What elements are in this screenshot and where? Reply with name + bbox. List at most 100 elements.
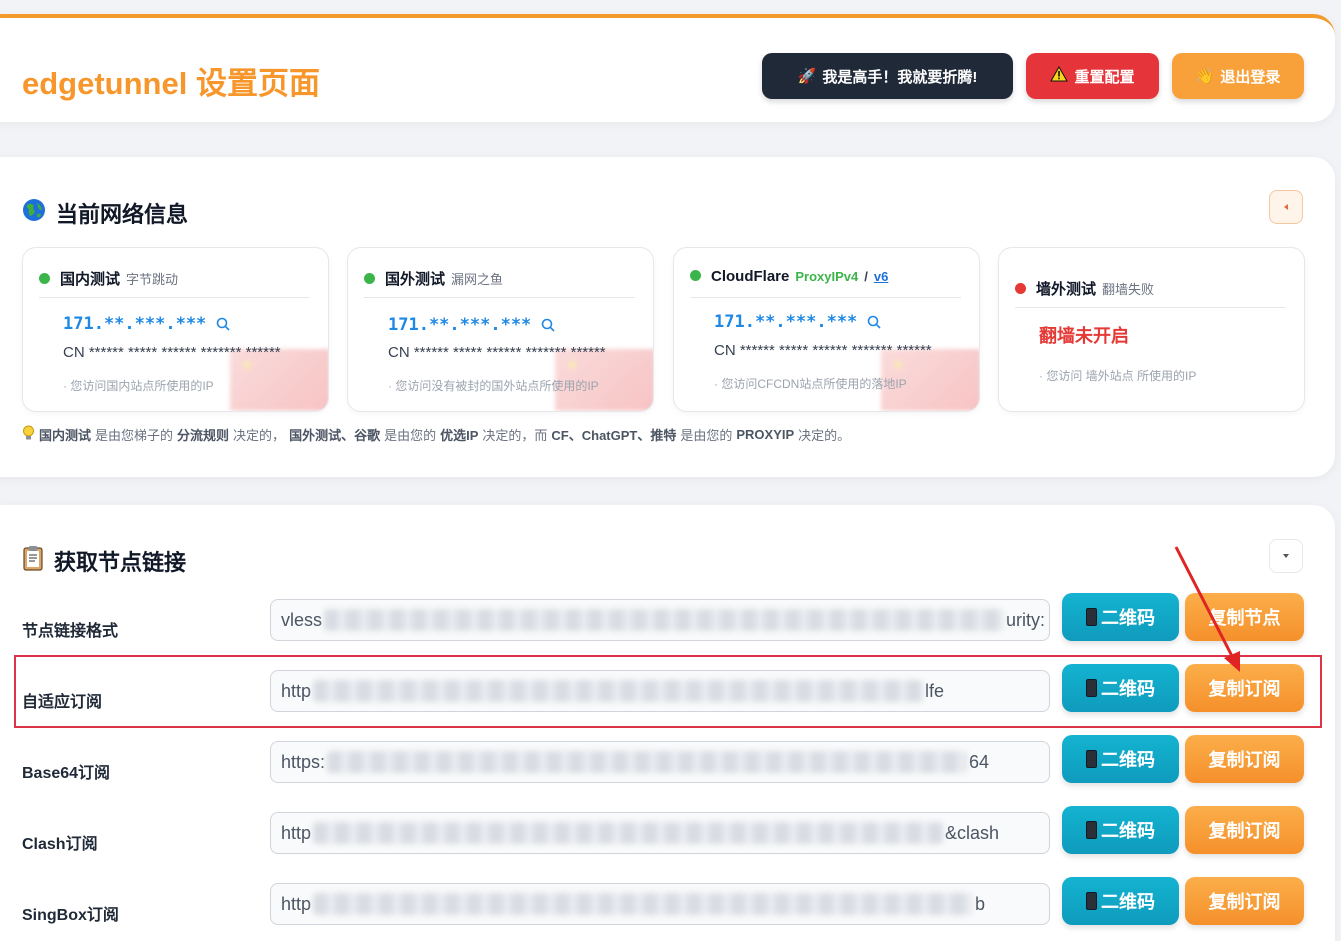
card-note: · 您访问CFCDN站点所使用的落地IP xyxy=(714,377,907,391)
tip-part: 优选IP xyxy=(440,428,479,443)
collapse-network-button[interactable] xyxy=(1269,190,1303,224)
tip-part: 是由您梯子的 xyxy=(95,428,174,443)
copy-node-button[interactable]: 复制节点 xyxy=(1185,593,1304,641)
proxy-off-status: 翻墙未开启 xyxy=(1039,326,1129,346)
divider xyxy=(364,297,635,298)
card-name: CloudFlare xyxy=(711,268,790,285)
ipv6-link[interactable]: v6 xyxy=(874,269,888,284)
card-note: · 您访问国内站点所使用的IP xyxy=(63,379,214,393)
clash-sub-field[interactable]: http &clash xyxy=(270,812,1050,854)
card-name: 国内测试 xyxy=(60,271,121,288)
card-provider: 翻墙失败 xyxy=(1102,282,1155,297)
link-prefix: https: xyxy=(281,751,326,772)
clipboard-icon xyxy=(22,545,44,577)
qr-code-button[interactable]: 二维码 xyxy=(1062,735,1179,783)
tip-part: PROXYIP xyxy=(736,427,795,442)
redacted-text xyxy=(327,751,968,773)
card-name: 墙外测试 xyxy=(1036,281,1097,298)
cloudflare-test-card: ★ CloudFlare ProxyIPv4 / v6 171.**.***.*… xyxy=(673,247,980,412)
tip-part: 决定的， xyxy=(233,428,286,443)
tip-part: 决定的，而 xyxy=(482,428,548,443)
expert-mode-button[interactable]: 🚀 我是高手！我就要折腾! xyxy=(762,53,1013,99)
search-icon[interactable] xyxy=(541,318,555,332)
logout-button[interactable]: 👋 退出登录 xyxy=(1172,53,1304,99)
reset-config-button[interactable]: 重置配置 xyxy=(1026,53,1159,99)
copy-subscription-button[interactable]: 复制订阅 xyxy=(1185,806,1304,854)
card-provider: ProxyIPv4 xyxy=(795,269,859,284)
link-row-singbox: SingBox订阅 http b 二维码 复制订阅 xyxy=(0,877,1335,941)
copy-label: 复制订阅 xyxy=(1208,821,1281,841)
lightbulb-icon xyxy=(22,425,35,444)
copy-subscription-button[interactable]: 复制订阅 xyxy=(1185,877,1304,925)
rocket-icon: 🚀 xyxy=(797,68,817,85)
search-icon[interactable] xyxy=(216,317,230,331)
ip-row: 171.**.***.*** xyxy=(63,314,230,334)
network-section-title: 当前网络信息 xyxy=(22,197,188,229)
qr-label: 二维码 xyxy=(1101,892,1155,912)
status-dot-red xyxy=(1015,283,1026,294)
foreign-test-card: ★ 国外测试 漏网之鱼 171.**.***.*** CN ****** ***… xyxy=(347,247,654,412)
links-title-text: 获取节点链接 xyxy=(54,550,187,575)
tip-part: 是由您的 xyxy=(384,428,437,443)
row-label: 节点链接格式 xyxy=(22,623,119,640)
singbox-sub-field[interactable]: http b xyxy=(270,883,1050,925)
ip-address: 171.**.***.*** xyxy=(388,315,532,335)
expert-mode-label: 我是高手！我就要折腾! xyxy=(822,68,978,86)
base64-sub-field[interactable]: https: 64 xyxy=(270,741,1050,783)
ip-address: 171.**.***.*** xyxy=(714,312,858,332)
qr-label: 二维码 xyxy=(1101,821,1155,841)
qr-code-button[interactable]: 二维码 xyxy=(1062,877,1179,925)
foreign-test-header: 国外测试 漏网之鱼 xyxy=(364,268,503,289)
waving-hand-icon: 👋 xyxy=(1195,68,1215,85)
phone-icon xyxy=(1086,892,1097,910)
header-card: edgetunnel 设置页面 🚀 我是高手！我就要折腾! 重置配置 👋 退出登… xyxy=(0,14,1335,122)
copy-subscription-button[interactable]: 复制订阅 xyxy=(1185,735,1304,783)
caret-down-icon xyxy=(1283,554,1289,558)
row-label: SingBox订阅 xyxy=(22,907,119,924)
status-dot-green xyxy=(690,270,701,281)
qr-code-button[interactable]: 二维码 xyxy=(1062,806,1179,854)
card-name: 国外测试 xyxy=(385,271,446,288)
cloudflare-test-header: CloudFlare ProxyIPv4 / v6 xyxy=(690,268,888,285)
ip-location: CN ****** ***** ****** ******* ****** xyxy=(714,342,932,359)
collapse-links-button[interactable] xyxy=(1269,539,1303,573)
ip-row: 171.**.***.*** xyxy=(714,312,881,332)
provider-separator: / xyxy=(864,269,868,284)
links-section-title: 获取节点链接 xyxy=(22,545,186,577)
ip-row: 171.**.***.*** xyxy=(388,315,555,335)
link-prefix: http xyxy=(281,822,312,843)
tip-part: 分流规则 xyxy=(177,428,230,443)
highlight-annotation-box xyxy=(14,655,1322,728)
link-row-base64: Base64订阅 https: 64 二维码 复制订阅 xyxy=(0,735,1335,801)
qr-label: 二维码 xyxy=(1101,608,1155,628)
domestic-test-card: ★ 国内测试 字节跳动 171.**.***.*** CN ****** ***… xyxy=(22,247,329,412)
redacted-text xyxy=(313,893,974,915)
card-note: · 您访问 墙外站点 所使用的IP xyxy=(1039,369,1197,383)
qr-code-button[interactable]: 二维码 xyxy=(1062,593,1179,641)
search-icon[interactable] xyxy=(867,315,881,329)
link-suffix: urity: xyxy=(1006,609,1046,630)
link-suffix: b xyxy=(975,893,986,914)
row-label: Clash订阅 xyxy=(22,836,98,853)
card-provider: 字节跳动 xyxy=(126,272,179,287)
phone-icon xyxy=(1086,821,1097,839)
divider xyxy=(39,297,310,298)
qr-label: 二维码 xyxy=(1101,750,1155,770)
redacted-text xyxy=(313,822,944,844)
overseas-test-header: 墙外测试 翻墙失败 xyxy=(1015,278,1154,299)
tip-part: CF、ChatGPT、推特 xyxy=(551,428,677,443)
card-note: · 您访问没有被封的国外站点所使用的IP xyxy=(388,379,599,393)
link-prefix: http xyxy=(281,893,312,914)
ip-address: 171.**.***.*** xyxy=(63,314,207,334)
tip-part: 决定的。 xyxy=(798,428,851,443)
link-row-clash: Clash订阅 http &clash 二维码 复制订阅 xyxy=(0,806,1335,872)
copy-label: 复制节点 xyxy=(1208,608,1281,628)
link-suffix: &clash xyxy=(945,822,1000,843)
node-link-field[interactable]: vless urity: xyxy=(270,599,1050,641)
card-provider: 漏网之鱼 xyxy=(451,272,504,287)
network-info-card: 当前网络信息 ★ 国内测试 字节跳动 171.**.***.*** CN ***… xyxy=(0,157,1335,477)
tip-part: 国外测试、谷歌 xyxy=(289,428,381,443)
reset-config-label: 重置配置 xyxy=(1074,68,1135,86)
network-tip: 国内测试 是由您梯子的 分流规则 决定的， 国外测试、谷歌 是由您的 优选IP … xyxy=(22,425,850,444)
warning-icon xyxy=(1050,65,1069,86)
